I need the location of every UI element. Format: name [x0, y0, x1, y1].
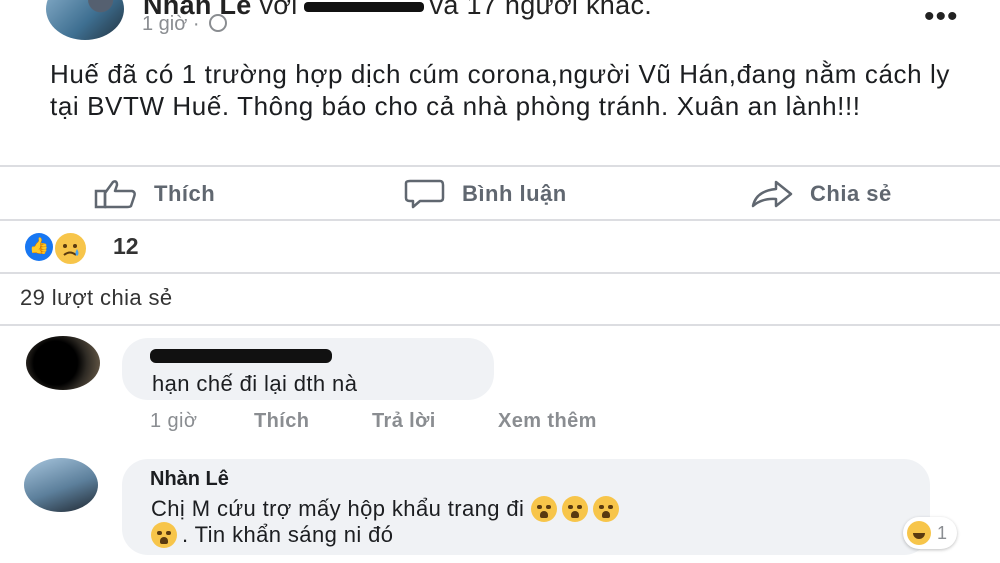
- sad-reaction-icon[interactable]: [53, 231, 88, 266]
- crying-emoji-icon: [151, 522, 177, 548]
- commenter-avatar[interactable]: [26, 336, 100, 390]
- globe-icon: [209, 14, 228, 32]
- sad-face-icon: [63, 244, 79, 256]
- post-meta: 1 giờ ·: [142, 13, 228, 36]
- divider: [0, 324, 1000, 326]
- reaction-count[interactable]: 12: [113, 233, 139, 260]
- with-suffix[interactable]: và 17 người khác.: [430, 0, 653, 20]
- comment-text: . Tin khẩn sáng ni đó: [182, 522, 394, 547]
- comment-text-line-1: Chị M cứu trợ mấy hộp khẩu trang đi: [151, 496, 624, 522]
- like-button[interactable]: Thích: [94, 176, 215, 212]
- crying-emoji-icon: [561, 496, 588, 522]
- comment-like-link[interactable]: Thích: [254, 410, 309, 433]
- crying-emoji-icon: [530, 496, 557, 522]
- comment-text: hạn chế đi lại dth nà: [152, 371, 358, 396]
- see-more-link[interactable]: Xem thêm: [498, 410, 597, 433]
- like-reaction-icon[interactable]: 👍: [25, 233, 53, 261]
- comment-text-line-2: . Tin khẩn sáng ni đó: [151, 522, 393, 548]
- post-author-avatar[interactable]: [46, 0, 124, 40]
- comment-button[interactable]: Bình luận: [402, 176, 567, 212]
- commenter-name[interactable]: Nhàn Lê: [150, 468, 229, 491]
- divider: [0, 272, 1000, 274]
- more-options-icon[interactable]: •••: [924, 0, 959, 34]
- comment-reaction-count: 1: [937, 522, 948, 543]
- comment-label: Bình luận: [462, 181, 567, 206]
- crying-emoji-icon: [592, 496, 619, 522]
- thumbs-up-icon: [94, 180, 136, 209]
- with-prefix: với: [259, 0, 298, 20]
- post-text: Huế đã có 1 trường hợp dịch cúm corona,n…: [50, 59, 950, 121]
- like-label: Thích: [154, 181, 216, 206]
- comment-reply-link[interactable]: Trả lời: [372, 410, 436, 433]
- share-button[interactable]: Chia sẻ: [750, 176, 892, 212]
- post-time[interactable]: 1 giờ: [142, 13, 187, 35]
- comment-time[interactable]: 1 giờ: [150, 410, 197, 433]
- divider: [0, 165, 1000, 167]
- comment-bubble-icon: [404, 179, 445, 209]
- comment-text: Chị M cứu trợ mấy hộp khẩu trang đi: [151, 496, 525, 521]
- divider: [0, 219, 1000, 221]
- share-label: Chia sẻ: [810, 181, 892, 206]
- comment-reaction-badge[interactable]: 1: [903, 517, 958, 549]
- redacted-tag: [303, 1, 424, 12]
- redacted-commenter-name: [150, 349, 332, 363]
- share-arrow-icon: [751, 180, 793, 208]
- share-count[interactable]: 29 lượt chia sẻ: [20, 285, 173, 311]
- haha-reaction-icon: [907, 521, 931, 545]
- commenter-avatar[interactable]: [24, 458, 98, 512]
